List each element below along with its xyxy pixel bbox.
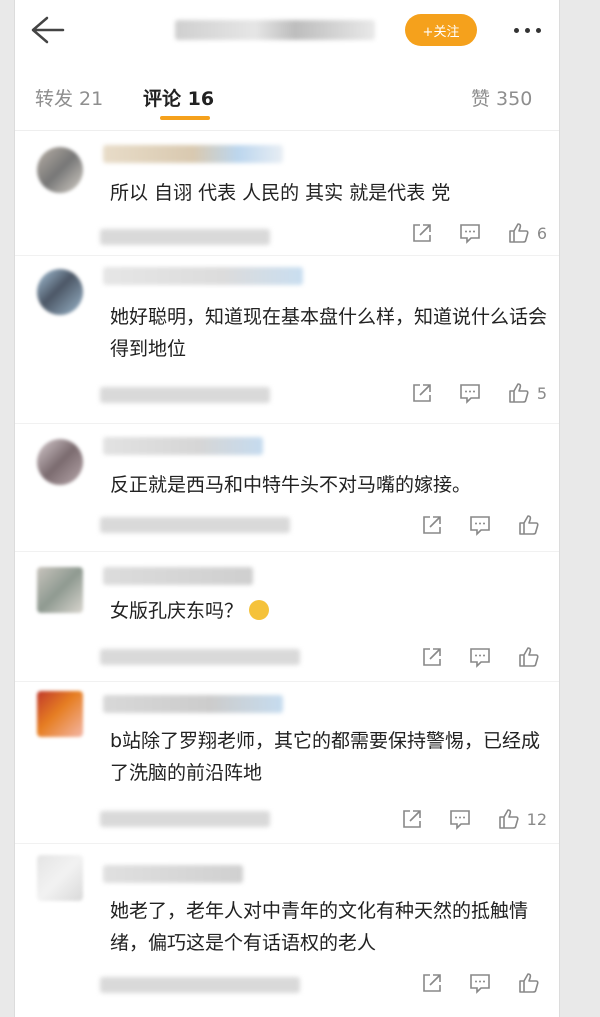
thumbs-up-icon [509,223,529,243]
like-count: 5 [536,383,547,403]
blurred-username [103,145,283,163]
comment-actions [395,643,547,671]
thumbs-up-icon [519,973,539,993]
blurred-comment-meta [100,229,270,245]
top-bar: +关注 [15,0,559,62]
comment-actions [395,969,547,997]
tab-comments[interactable]: 评论 16 [143,84,214,111]
follow-button[interactable]: +关注 [405,14,477,46]
share-button[interactable] [401,808,423,830]
like-button[interactable]: 12 [497,807,547,831]
comment-text-wrap: 女版孔庆东吗？ [110,595,550,627]
avatar [37,439,83,485]
avatar [37,567,83,613]
like-button[interactable]: 5 [507,381,547,405]
blurred-author-name [175,20,375,40]
active-tab-indicator [160,116,210,120]
comment-item: 所以 自诩 代表 人民的 其实 就是代表 党 6 [15,131,559,256]
comment-actions [395,511,547,539]
blurred-username [103,437,263,455]
thumbs-up-icon [498,809,519,829]
comment-text: 女版孔庆东吗？ [110,600,244,622]
comment-text: 反正就是西马和中特牛头不对马嘴的嫁接。 [110,474,472,496]
like-button[interactable] [517,513,547,537]
like-count: 6 [536,223,547,243]
reply-icon [460,384,480,404]
reply-button[interactable] [469,646,491,668]
comment-text: 她老了，老年人对中青年的文化有种天然的抵触情绪，偏巧这是个有话语权的老人 [110,900,529,954]
share-button[interactable] [421,646,443,668]
share-icon [423,516,441,534]
more-dots-icon [513,27,519,33]
tab-bar: 转发 21 评论 16 赞 350 [15,62,559,131]
comment-actions: 5 [385,379,547,407]
share-icon [413,224,431,242]
avatar [37,269,83,315]
share-icon [423,648,441,666]
reply-icon [449,810,470,830]
comment-actions: 6 [385,219,547,247]
like-count: 12 [526,809,547,829]
tab-repost[interactable]: 转发 21 [35,84,103,111]
like-button[interactable] [517,971,547,995]
blurred-username [103,267,303,285]
reply-icon [470,648,490,668]
blurred-comment-meta [100,387,270,403]
blurred-comment-meta [100,811,270,827]
reply-icon [460,224,480,244]
comment-text: 所以 自诩 代表 人民的 其实 就是代表 党 [110,182,451,204]
more-options-button[interactable] [507,14,547,46]
blurred-username [103,567,253,585]
back-button[interactable] [27,12,67,48]
reply-button[interactable] [459,382,481,404]
avatar [37,691,83,737]
weibo-comment-page: +关注 转发 21 评论 16 赞 350 所以 自诩 代表 人民的 其实 就是… [14,0,560,1017]
laugh-cry-emoji-icon [249,600,270,620]
share-button[interactable] [421,514,443,536]
thumbs-up-icon [519,647,539,667]
comment-item: 她好聪明，知道现在基本盘什么样，知道说什么话会得到地位 5 [15,255,559,424]
share-icon [402,810,421,828]
reply-button[interactable] [459,222,481,244]
reply-button[interactable] [469,514,491,536]
comment-actions: 12 [375,805,547,833]
comment-item: 反正就是西马和中特牛头不对马嘴的嫁接。 [15,423,559,552]
blurred-username [103,865,243,883]
blurred-username [103,695,283,713]
thumbs-up-icon [519,515,539,535]
like-button[interactable] [517,645,547,669]
tab-likes[interactable]: 赞 350 [471,84,532,111]
comment-text: 她好聪明，知道现在基本盘什么样，知道说什么话会得到地位 [110,306,548,360]
reply-icon [470,516,490,536]
share-icon [423,974,441,992]
arrow-left-icon [31,16,65,44]
comment-text: b站除了罗翔老师，其它的都需要保持警惕，已经成了洗脑的前沿阵地 [110,730,541,784]
thumbs-up-icon [509,383,529,403]
share-button[interactable] [421,972,443,994]
blurred-comment-meta [100,517,290,533]
blurred-comment-meta [100,977,300,993]
share-button[interactable] [411,382,433,404]
share-button[interactable] [411,222,433,244]
comment-item: 她老了，老年人对中青年的文化有种天然的抵触情绪，偏巧这是个有话语权的老人 [15,843,559,1017]
reply-icon [470,974,490,994]
avatar [37,855,83,901]
avatar [37,147,83,193]
like-button[interactable]: 6 [507,221,547,245]
share-icon [413,384,431,402]
comment-item: b站除了罗翔老师，其它的都需要保持警惕，已经成了洗脑的前沿阵地 12 [15,681,559,844]
reply-button[interactable] [449,808,471,830]
blurred-comment-meta [100,649,300,665]
comment-item: 女版孔庆东吗？ [15,551,559,682]
reply-button[interactable] [469,972,491,994]
